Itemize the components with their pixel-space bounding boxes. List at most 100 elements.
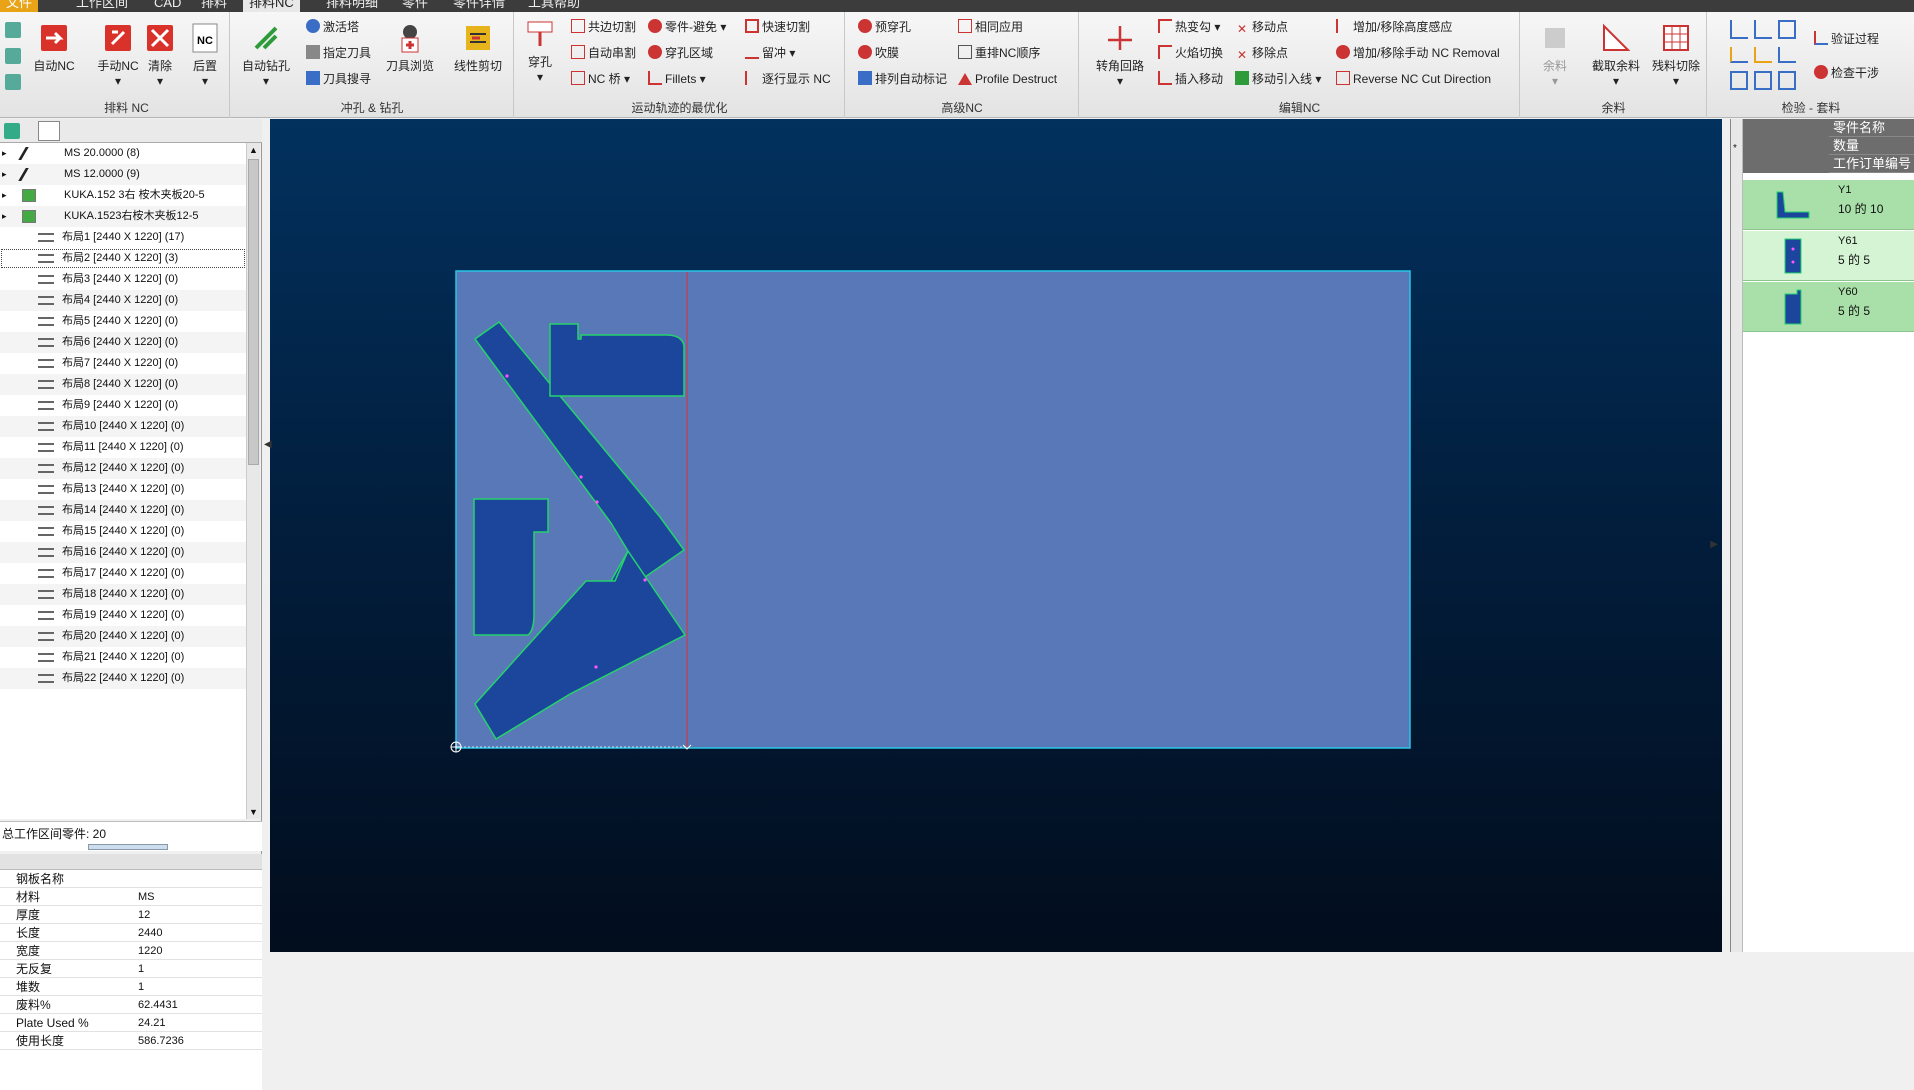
- tree-item[interactable]: 布局7 [2440 X 1220] (0): [0, 353, 246, 374]
- tree-item[interactable]: 布局3 [2440 X 1220] (0): [0, 269, 246, 290]
- tree-item[interactable]: 布局2 [2440 X 1220] (3): [0, 248, 246, 269]
- tree-scrollbar[interactable]: ▲ ▼: [246, 143, 260, 819]
- tree-item[interactable]: 布局22 [2440 X 1220] (0): [0, 668, 246, 689]
- tree-item[interactable]: 布局20 [2440 X 1220] (0): [0, 626, 246, 647]
- prop-row[interactable]: 无反复 1: [0, 960, 262, 978]
- tree-item[interactable]: 布局9 [2440 X 1220] (0): [0, 395, 246, 416]
- tab-tools-help[interactable]: 工具帮助: [522, 0, 586, 12]
- part-row-y60[interactable]: Y60 5 的 5: [1743, 282, 1914, 332]
- check-tool-icon[interactable]: [1778, 46, 1796, 64]
- step-show-button[interactable]: 逐行显示 NC: [745, 70, 831, 88]
- tab-workspace[interactable]: 工作区间: [70, 0, 134, 12]
- blow-button[interactable]: 吹膜: [858, 44, 899, 62]
- micro-joint-button[interactable]: 留冲 ▾: [745, 44, 795, 62]
- fillets-button[interactable]: Fillets ▾: [648, 70, 706, 88]
- part-avoid-button[interactable]: 零件-避免 ▾: [648, 18, 726, 36]
- verify-process-button[interactable]: 验证过程: [1814, 30, 1879, 48]
- tab-file[interactable]: 文件: [0, 0, 39, 12]
- tree-item[interactable]: 布局6 [2440 X 1220] (0): [0, 332, 246, 353]
- tree-item[interactable]: 布局15 [2440 X 1220] (0): [0, 521, 246, 542]
- flame-switch-button[interactable]: 火焰切换: [1158, 44, 1223, 62]
- tree-item[interactable]: 布局5 [2440 X 1220] (0): [0, 311, 246, 332]
- set-tool-button[interactable]: 指定刀具: [306, 44, 371, 62]
- move-point-button[interactable]: ✕ 移动点: [1235, 18, 1288, 36]
- expand-arrow-icon[interactable]: ▸: [2, 185, 7, 206]
- apply-same-button[interactable]: 相同应用: [958, 18, 1023, 36]
- col-part-name[interactable]: 零件名称: [1829, 119, 1914, 137]
- tab-cad[interactable]: CAD: [148, 0, 187, 12]
- tree-item[interactable]: ▸ KUKA.152 3右 桉木夹板20-5: [0, 185, 246, 206]
- check-tool-icon[interactable]: [1730, 46, 1748, 64]
- tree-item[interactable]: 布局12 [2440 X 1220] (0): [0, 458, 246, 479]
- activate-turret-button[interactable]: 激活塔: [306, 18, 359, 36]
- profile-destruct-button[interactable]: Profile Destruct: [958, 70, 1057, 88]
- check-tool-icon[interactable]: [1754, 46, 1772, 64]
- expand-arrow-icon[interactable]: ▸: [2, 164, 7, 185]
- check-tool-icon[interactable]: [1730, 20, 1748, 39]
- prop-row[interactable]: 废料% 62.4431: [0, 996, 262, 1014]
- quick-cut-button[interactable]: 快速切割: [745, 18, 810, 36]
- list-view-tab-icon[interactable]: [38, 121, 60, 141]
- check-tool-icon[interactable]: [1778, 20, 1796, 39]
- height-sense-button[interactable]: 增加/移除高度感应: [1336, 18, 1452, 36]
- thermal-button[interactable]: 热变勾 ▾: [1158, 18, 1220, 36]
- corner-loop-button[interactable]: 转角回路 ▾: [1092, 22, 1148, 88]
- clear-button[interactable]: 清除 ▾: [139, 22, 181, 88]
- auto-drill-button[interactable]: 自动钻孔 ▾: [241, 22, 291, 88]
- check-tool-icon[interactable]: [1778, 71, 1796, 90]
- quick-icon-3[interactable]: [5, 74, 21, 90]
- col-work-order[interactable]: 工作订单编号: [1829, 155, 1914, 173]
- tool-search-button[interactable]: 刀具搜寻: [306, 70, 371, 88]
- prop-row[interactable]: 厚度 12: [0, 906, 262, 924]
- tree-item[interactable]: 布局18 [2440 X 1220] (0): [0, 584, 246, 605]
- tab-parts[interactable]: 零件: [396, 0, 434, 12]
- tree-item[interactable]: ▸ MS 12.0000 (9): [0, 164, 246, 185]
- nc-bridge-button[interactable]: NC 桥 ▾: [571, 70, 630, 88]
- scrap-cut-button[interactable]: 残料切除 ▾: [1647, 22, 1705, 88]
- tab-part-detail[interactable]: 零件详情: [447, 0, 511, 12]
- tree-view-tab-icon[interactable]: [4, 123, 20, 139]
- col-quantity[interactable]: 数量: [1829, 137, 1914, 155]
- reorder-nc-button[interactable]: 重排NC顺序: [958, 44, 1040, 62]
- tree-item[interactable]: 布局19 [2440 X 1220] (0): [0, 605, 246, 626]
- cut-remnant-button[interactable]: 截取余料 ▾: [1587, 22, 1645, 88]
- expand-arrow-icon[interactable]: ▸: [2, 206, 7, 227]
- part-row-y61[interactable]: Y61 5 的 5: [1743, 231, 1914, 281]
- prop-row[interactable]: 长度 2440: [0, 924, 262, 942]
- expand-arrow-icon[interactable]: ▸: [2, 143, 7, 164]
- tool-browse-button[interactable]: 刀具浏览: [383, 22, 437, 74]
- tree-item[interactable]: ▸ MS 20.0000 (8): [0, 143, 246, 164]
- common-cut-button[interactable]: 共边切割: [571, 18, 636, 36]
- quick-icon-1[interactable]: [5, 22, 21, 38]
- nest-canvas[interactable]: ◀ ▶: [264, 119, 1722, 952]
- post-button[interactable]: NC 后置 ▾: [184, 22, 226, 88]
- tree-item[interactable]: 布局16 [2440 X 1220] (0): [0, 542, 246, 563]
- auto-mark-button[interactable]: 排列自动标记: [858, 70, 947, 88]
- prop-row[interactable]: 使用长度 586.7236: [0, 1032, 262, 1050]
- prop-row[interactable]: 钢板名称: [0, 870, 262, 888]
- tree-item[interactable]: 布局8 [2440 X 1220] (0): [0, 374, 246, 395]
- check-tool-icon[interactable]: [1754, 71, 1772, 90]
- tree-item[interactable]: ▸ KUKA.1523右桉木夹板12-5: [0, 206, 246, 227]
- check-interference-button[interactable]: 检查干涉: [1814, 64, 1879, 82]
- prop-row[interactable]: 材料 MS: [0, 888, 262, 906]
- move-lead-button[interactable]: 移动引入线 ▾: [1235, 70, 1321, 88]
- tree-item[interactable]: 布局13 [2440 X 1220] (0): [0, 479, 246, 500]
- remove-point-button[interactable]: ✕ 移除点: [1235, 44, 1288, 62]
- check-tool-icon[interactable]: [1730, 71, 1748, 90]
- prop-row[interactable]: 堆数 1: [0, 978, 262, 996]
- tree-item[interactable]: 布局4 [2440 X 1220] (0): [0, 290, 246, 311]
- pierce-area-button[interactable]: 穿孔区域: [648, 44, 713, 62]
- tab-nest-detail[interactable]: 排料明细: [320, 0, 384, 12]
- prepierce-button[interactable]: 预穿孔: [858, 18, 911, 36]
- scroll-up-arrow-icon[interactable]: ▲: [249, 145, 258, 155]
- splitter-handle[interactable]: [88, 844, 168, 850]
- tree-item[interactable]: 布局1 [2440 X 1220] (17): [0, 227, 246, 248]
- tree-item[interactable]: 布局21 [2440 X 1220] (0): [0, 647, 246, 668]
- check-tool-icon[interactable]: [1754, 20, 1772, 39]
- tree-item[interactable]: 布局17 [2440 X 1220] (0): [0, 563, 246, 584]
- quick-icon-2[interactable]: [5, 48, 21, 64]
- auto-nc-button[interactable]: 自动NC: [32, 22, 76, 74]
- scroll-thumb[interactable]: [248, 159, 259, 465]
- tree-item[interactable]: 布局10 [2440 X 1220] (0): [0, 416, 246, 437]
